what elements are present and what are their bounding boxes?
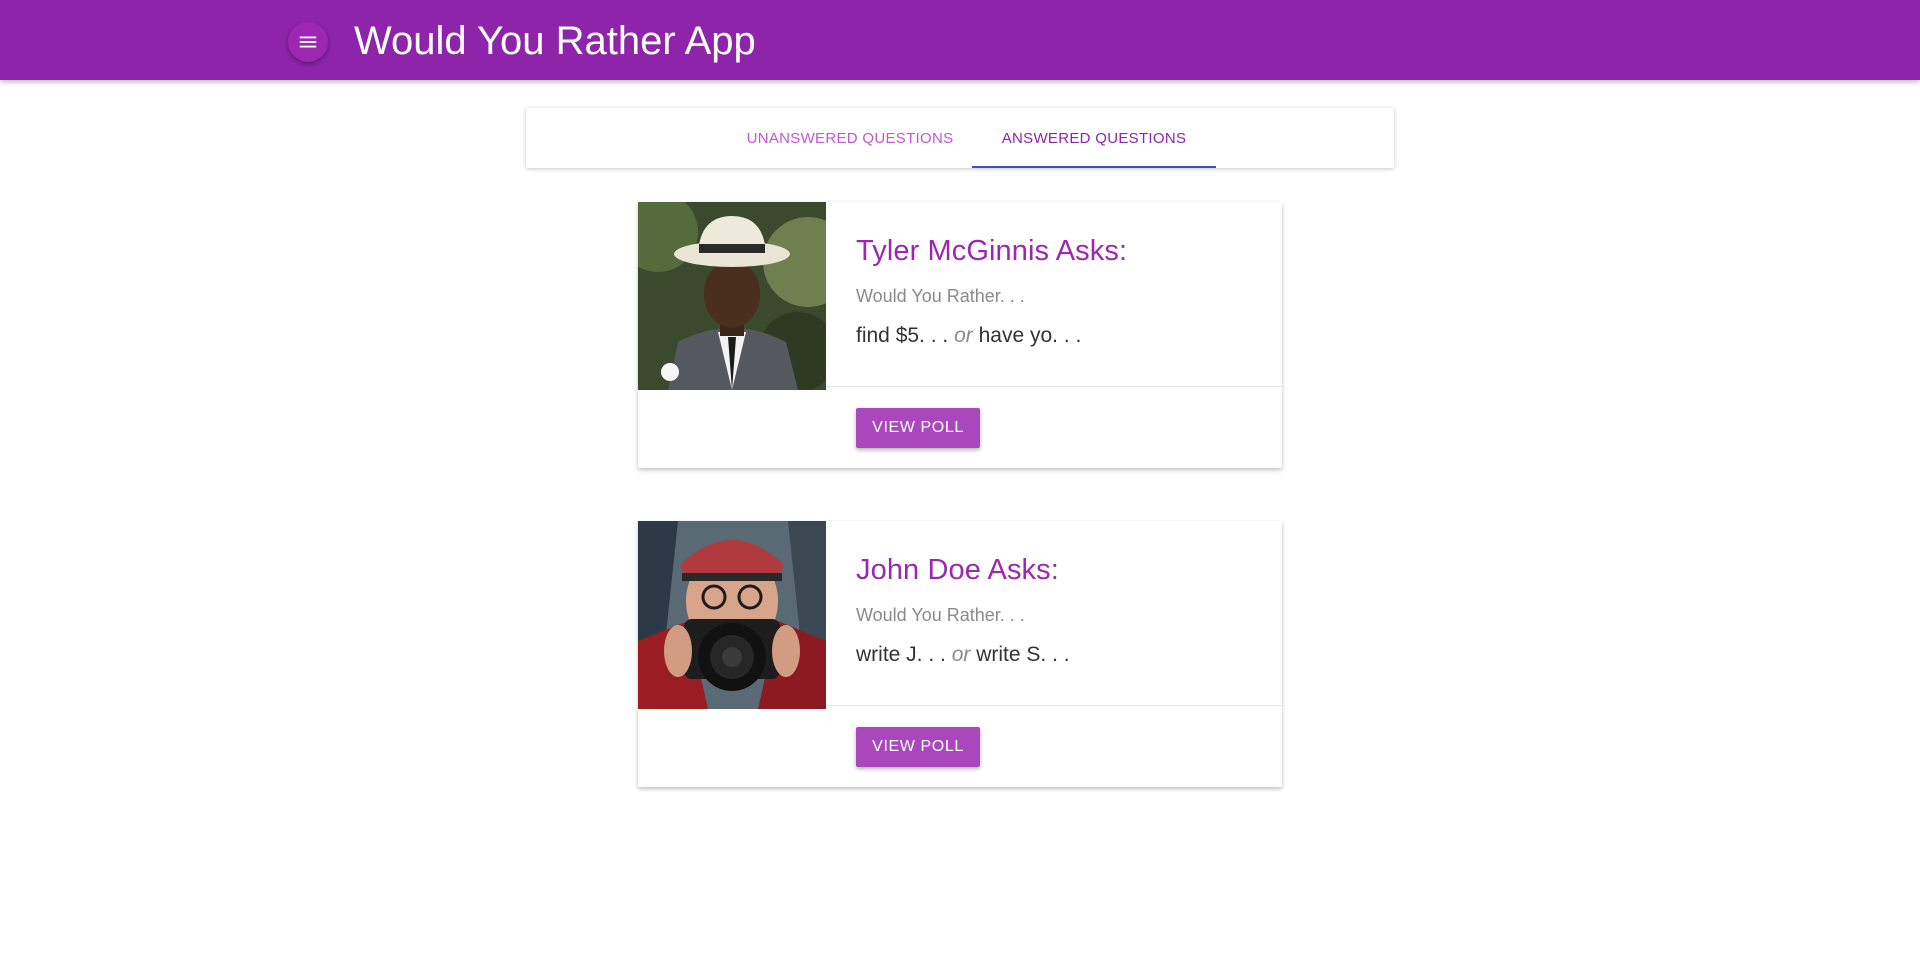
asker-name: John Doe Asks: [856,554,1059,586]
option-one: write J. . . [856,643,946,666]
or-separator: or [954,324,973,347]
question-prompt: Would You Rather. . . [856,605,1025,625]
avatar-image [638,521,826,709]
question-card: John Doe Asks: Would You Rather. . . wri… [638,521,1282,787]
option-two: write S. . . [976,643,1070,666]
option-one: find $5. . . [856,324,949,347]
app-title: Would You Rather App [354,19,756,63]
avatar [638,202,826,390]
avatar-image [638,202,826,390]
question-prompt: Would You Rather. . . [856,286,1025,306]
or-separator: or [951,643,971,666]
option-two: have yo. . . [978,324,1082,347]
avatar [638,521,826,709]
asker-name: Tyler McGinnis Asks: [856,235,1128,267]
view-poll-button[interactable]: VIEW POLL [856,408,980,448]
app-bar: Would You Rather App [0,0,1920,80]
question-tabs: UNANSWERED QUESTIONS ANSWERED QUESTIONS [526,108,1394,168]
tab-unanswered-questions[interactable]: UNANSWERED QUESTIONS [728,108,972,168]
question-options: find $5. . . or have yo. . . [856,324,1081,348]
card-divider [826,386,1282,387]
question-card: Tyler McGinnis Asks: Would You Rather. .… [638,202,1282,468]
tab-answered-questions[interactable]: ANSWERED QUESTIONS [972,108,1216,168]
view-poll-button[interactable]: VIEW POLL [856,727,980,767]
hamburger-menu-icon [299,36,317,48]
active-tab-indicator [972,166,1216,168]
menu-button[interactable] [288,22,328,62]
question-options: write J. . . or write S. . . [856,643,1070,667]
card-divider [826,705,1282,706]
